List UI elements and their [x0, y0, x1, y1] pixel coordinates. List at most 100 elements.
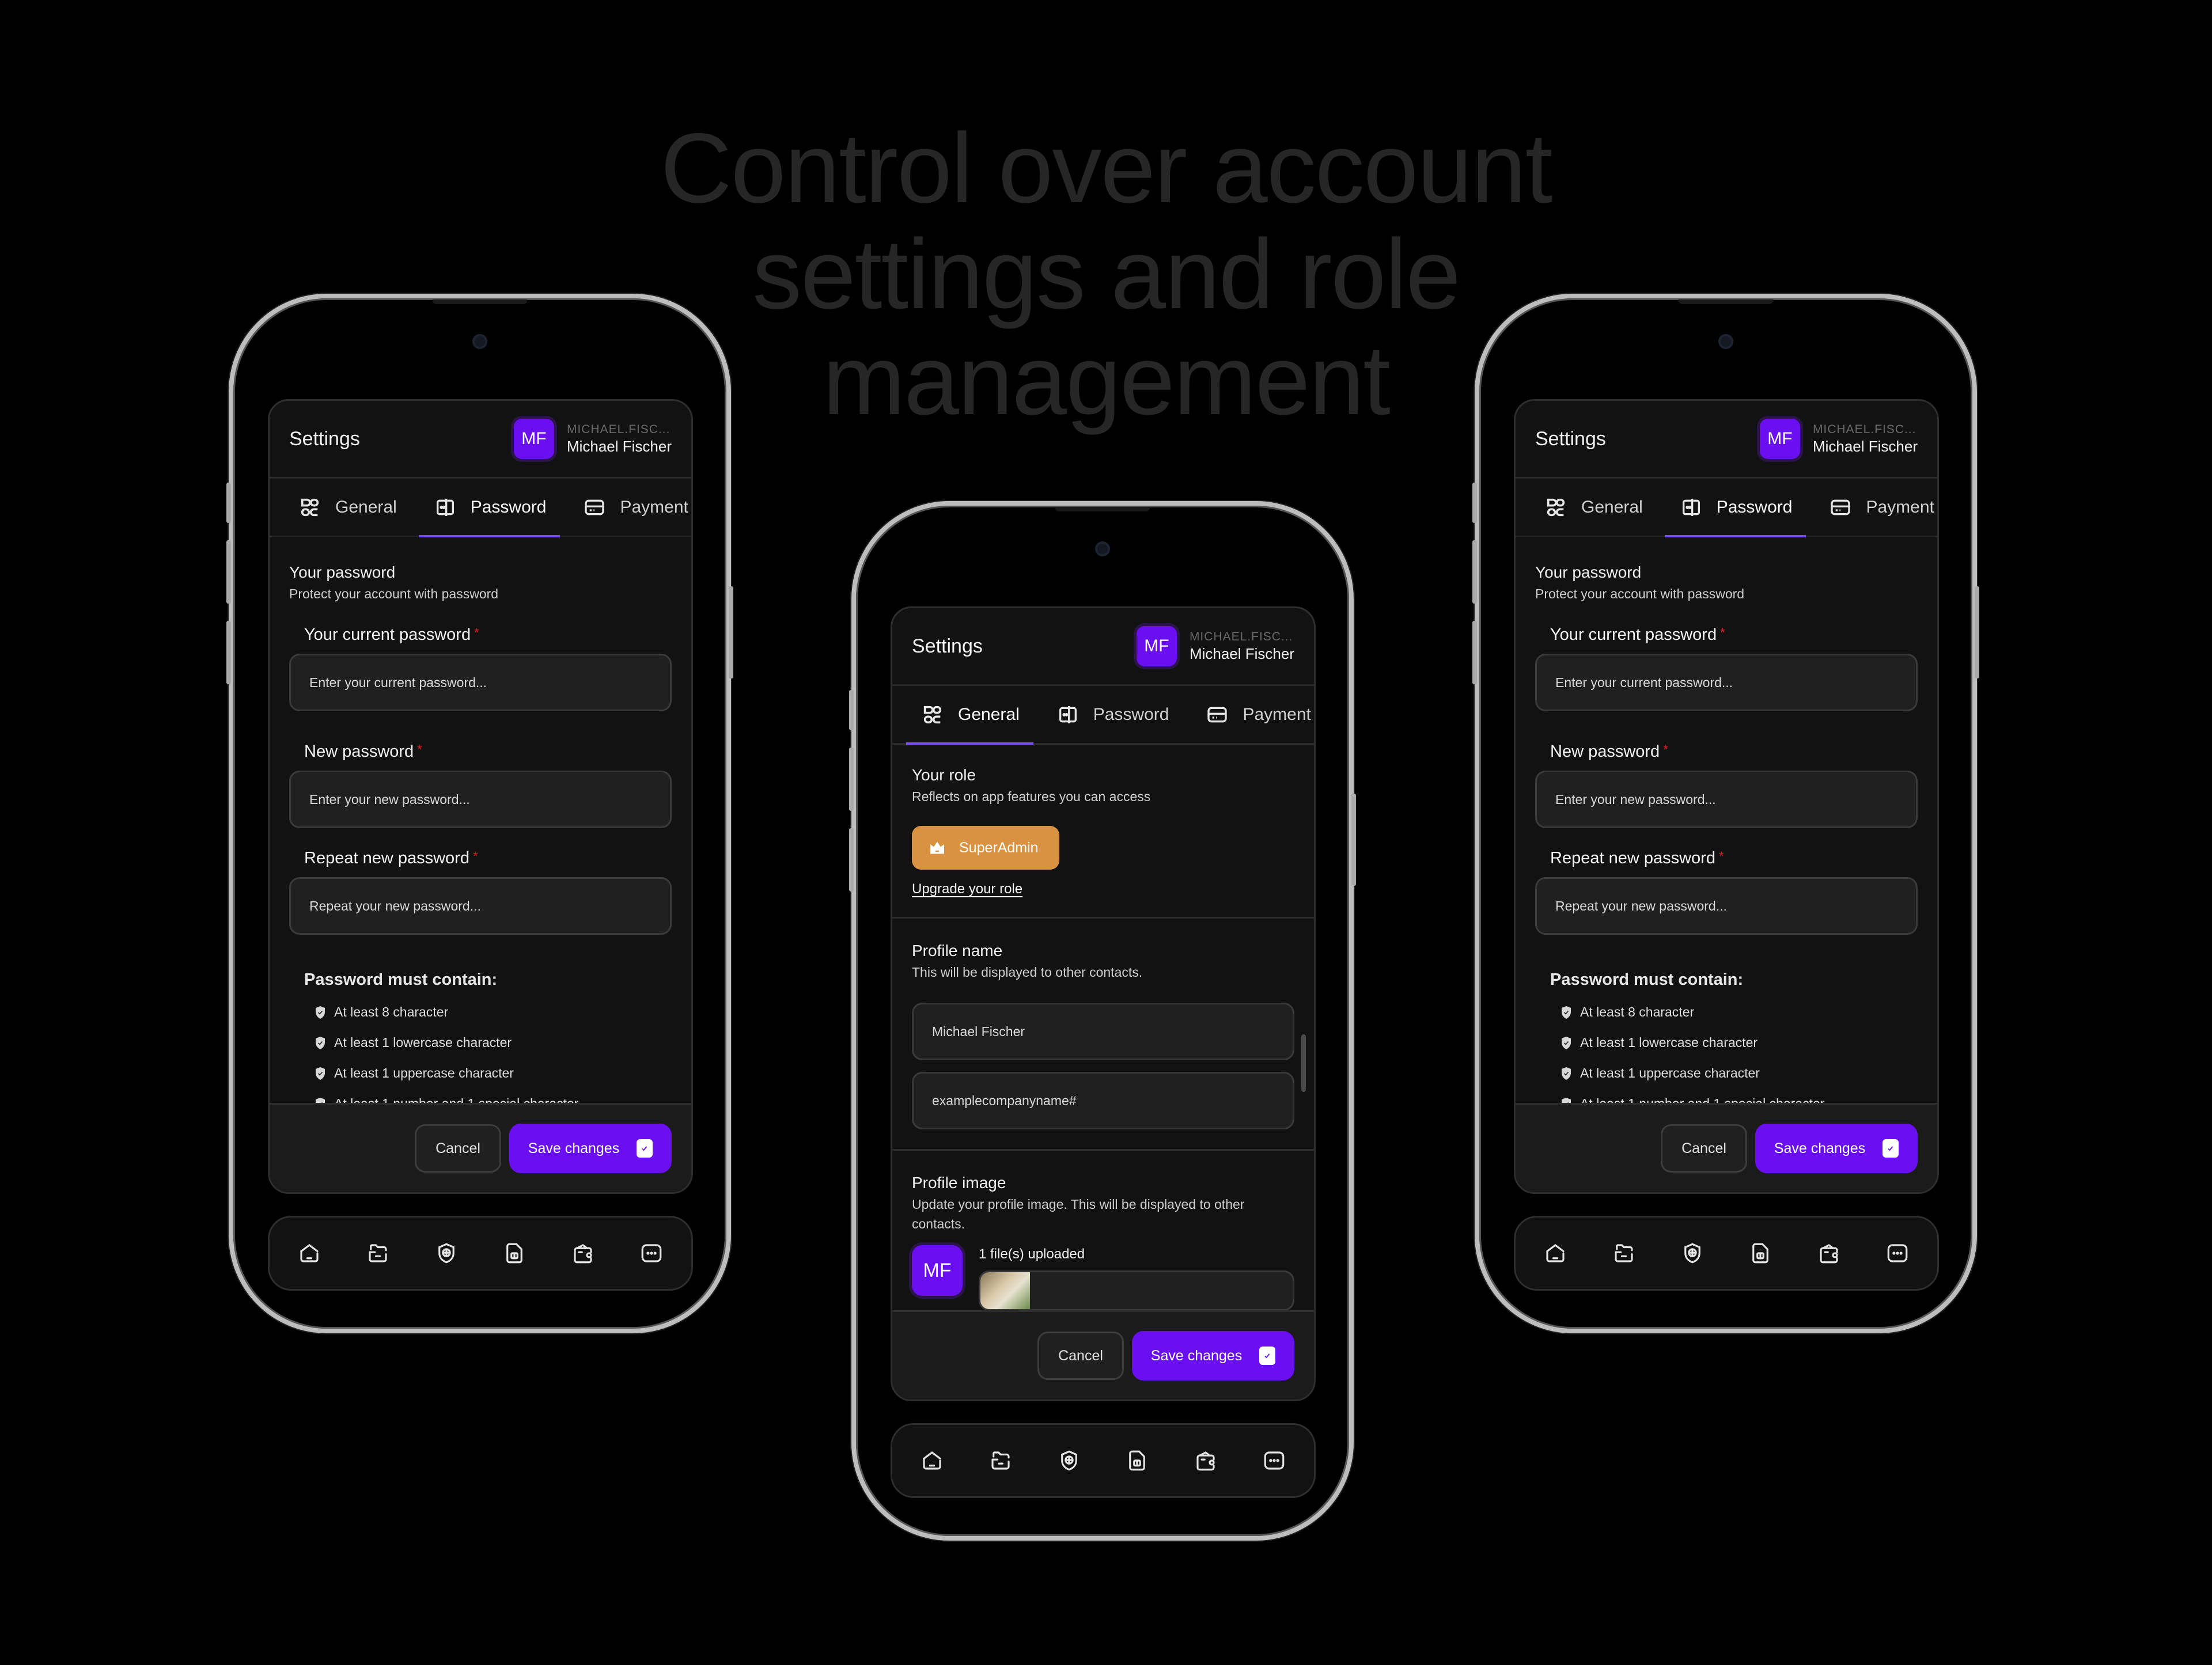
profile-name-input[interactable]: Michael Fischer: [912, 1003, 1294, 1060]
placeholder: Enter your current password...: [1555, 674, 1733, 690]
shield-check-icon: [315, 1036, 325, 1050]
user-profile[interactable]: MF MICHAEL.FISC... Michael Fischer: [1136, 626, 1294, 666]
shield-globe-icon: [1684, 1243, 1700, 1264]
tab-password[interactable]: Password: [418, 479, 560, 537]
front-camera: [1095, 541, 1110, 556]
cancel-button[interactable]: Cancel: [415, 1124, 501, 1173]
save-label: Save changes: [1150, 1347, 1243, 1364]
field-label: Your current password *: [304, 625, 479, 644]
tab-bar: General Password Payment: [892, 686, 1314, 745]
folder-icon: [1615, 1244, 1633, 1262]
card-footer: Cancel Save changes: [270, 1103, 691, 1192]
tab-general[interactable]: General: [298, 479, 397, 536]
nav-more[interactable]: [1885, 1241, 1910, 1265]
nav-folder[interactable]: [1612, 1241, 1636, 1265]
company-name-input[interactable]: examplecompanyname#: [912, 1072, 1294, 1129]
nav-home[interactable]: [1543, 1241, 1567, 1265]
nav-security[interactable]: [1057, 1448, 1081, 1473]
tab-bar: General Password Payment: [1516, 479, 1937, 537]
rule-item: At least 1 lowercase character: [315, 1035, 672, 1050]
user-email: MICHAEL.FISC...: [566, 422, 671, 436]
upgrade-role-link[interactable]: Upgrade your role: [912, 881, 1022, 897]
user-profile[interactable]: MF MICHAEL.FISC... Michael Fischer: [513, 419, 672, 459]
repeat-password-input[interactable]: Repeat your new password...: [289, 877, 672, 935]
nav-security[interactable]: [434, 1241, 459, 1265]
wallet-icon: [574, 1244, 592, 1264]
tab-password[interactable]: Password: [1056, 686, 1169, 743]
settings-card: Settings MF MICHAEL.FISC... Michael Fisc…: [891, 606, 1316, 1401]
placeholder: Enter your current password...: [309, 674, 487, 690]
nav-sim[interactable]: [502, 1241, 527, 1265]
nav-wallet[interactable]: [1194, 1448, 1218, 1473]
nav-folder[interactable]: [366, 1241, 390, 1265]
side-button: [849, 748, 854, 811]
checkbox-icon: [637, 1139, 653, 1158]
rule-item: At least 8 character: [1560, 1004, 1918, 1020]
headline-line-1: Control over account: [660, 113, 1552, 223]
repeat-password-input[interactable]: Repeat your new password...: [1535, 877, 1918, 935]
card-icon: [585, 499, 605, 515]
home-icon: [300, 1244, 319, 1262]
nav-folder[interactable]: [988, 1448, 1013, 1473]
scrollbar[interactable]: [1301, 1034, 1306, 1092]
card-header: Settings MF MICHAEL.FISC... Michael Fisc…: [1516, 401, 1937, 479]
bottom-nav: [268, 1216, 693, 1291]
shield-check-icon: [315, 1005, 325, 1019]
nav-sim[interactable]: [1125, 1448, 1149, 1473]
rule-item: At least 1 uppercase character: [315, 1065, 672, 1081]
tab-payment[interactable]: Payment: [1206, 686, 1311, 743]
side-button: [1472, 540, 1477, 604]
nav-more[interactable]: [639, 1241, 664, 1265]
nav-security[interactable]: [1680, 1241, 1705, 1265]
tab-payment[interactable]: Payment: [1829, 479, 1934, 536]
field-label: Repeat new password *: [304, 849, 478, 867]
upload-row: MF 1 file(s) uploaded: [912, 1245, 1294, 1310]
side-button: [226, 621, 231, 684]
tab-general[interactable]: General: [1544, 479, 1643, 536]
cancel-button[interactable]: Cancel: [1661, 1124, 1747, 1173]
new-password-input[interactable]: Enter your new password...: [1535, 771, 1918, 828]
shield-check-icon: [1561, 1005, 1571, 1019]
cancel-button[interactable]: Cancel: [1037, 1332, 1124, 1380]
tab-password[interactable]: Password: [1664, 479, 1806, 537]
tab-payment[interactable]: Payment: [583, 479, 688, 536]
nav-more[interactable]: [1262, 1448, 1286, 1473]
new-password-input[interactable]: Enter your new password...: [289, 771, 672, 828]
role-badge: SuperAdmin: [912, 826, 1059, 870]
tab-general[interactable]: General: [906, 686, 1033, 745]
nav-sim[interactable]: [1748, 1241, 1772, 1265]
rules-title: Password must contain:: [304, 970, 498, 989]
nav-wallet[interactable]: [1817, 1241, 1841, 1265]
save-button[interactable]: Save changes: [1132, 1331, 1294, 1380]
nav-wallet[interactable]: [571, 1241, 595, 1265]
home-icon: [923, 1451, 941, 1470]
save-button[interactable]: Save changes: [509, 1124, 672, 1173]
rule-item: At least 1 lowercase character: [1560, 1035, 1918, 1050]
required-marker: *: [417, 742, 422, 757]
save-button[interactable]: Save changes: [1755, 1124, 1918, 1173]
profile-image-subtitle: Update your profile image. This will be …: [912, 1197, 1245, 1231]
more-icon: [1887, 1244, 1907, 1262]
tab-label: Payment: [1866, 497, 1934, 517]
upload-count: 1 file(s) uploaded: [979, 1246, 1085, 1262]
current-password-input[interactable]: Enter your current password...: [1535, 654, 1918, 711]
nav-home[interactable]: [297, 1241, 321, 1265]
card-header: Settings MF MICHAEL.FISC... Michael Fisc…: [892, 608, 1314, 686]
placeholder: Repeat your new password...: [309, 898, 481, 913]
profile-name-title: Profile name: [912, 942, 1003, 959]
input-value: examplecompanyname#: [932, 1093, 1077, 1108]
grid-icon: [923, 706, 942, 723]
required-marker: *: [472, 849, 478, 863]
card-header: Settings MF MICHAEL.FISC... Michael Fisc…: [270, 401, 691, 479]
required-marker: *: [1663, 742, 1668, 757]
user-profile[interactable]: MF MICHAEL.FISC... Michael Fischer: [1759, 419, 1918, 459]
uploaded-file[interactable]: [979, 1270, 1294, 1310]
nav-home[interactable]: [920, 1448, 944, 1473]
folder-icon: [369, 1244, 387, 1262]
current-password-input[interactable]: Enter your current password...: [289, 654, 672, 711]
phone-center: Settings MF MICHAEL.FISC... Michael Fisc…: [849, 501, 1356, 1541]
shield-check-icon: [315, 1066, 325, 1080]
grid-icon: [301, 498, 319, 516]
side-button: [1472, 621, 1477, 684]
placeholder: Enter your new password...: [309, 791, 470, 807]
